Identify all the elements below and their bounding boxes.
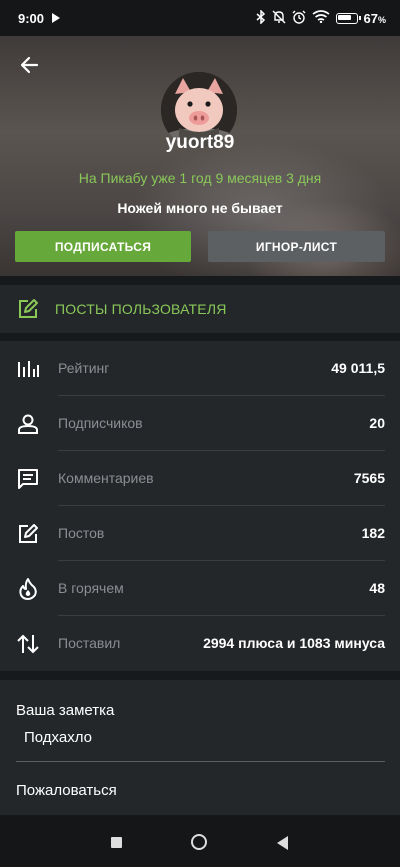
stat-label: Постов [58,525,105,541]
play-icon [52,11,61,26]
posts-icon [19,524,38,543]
ignore-list-button[interactable]: ИГНОР-ЛИСТ [208,231,385,262]
stat-posts: Постов 182 [0,506,400,561]
stat-hot: В горячем 48 [0,561,400,616]
user-posts-label: ПОСТЫ ПОЛЬЗОВАТЕЛЯ [55,301,227,317]
stat-value: 7565 [353,470,385,486]
back-button[interactable] [16,52,42,78]
mute-icon [272,10,286,27]
complain-button[interactable]: Пожаловаться [16,782,117,799]
nav-back-button[interactable] [277,836,288,850]
stat-votes: Поставил 2994 плюса и 1083 минуса [0,616,400,671]
stat-subscribers: Подписчиков 20 [0,396,400,451]
stat-comments: Комментариев 7565 [0,451,400,506]
wifi-icon [312,10,330,26]
note-text[interactable]: Подхахло [24,729,92,746]
stat-value: 182 [361,525,385,541]
battery-level: 67% [363,10,386,26]
hot-icon [19,578,37,600]
stats-list: Рейтинг 49 011,5 Подписчиков 20 Коммента… [0,341,400,671]
divider [16,761,385,762]
stat-label: Поставил [58,635,121,651]
user-motto: Ножей много не бывает [117,200,283,216]
alarm-icon [292,10,306,27]
username: yuort89 [165,132,235,153]
subscribe-button[interactable]: ПОДПИСАТЬСЯ [15,231,191,262]
stat-label: Комментариев [58,470,154,486]
member-since: На Пикабу уже 1 год 9 месяцев 3 дня [78,170,322,186]
recents-button[interactable] [111,837,122,848]
arrow-left-icon [20,56,39,74]
status-bar: 9:00 67% [0,0,400,36]
status-time: 9:00 [18,10,45,26]
battery-icon [335,12,361,24]
user-posts-link[interactable]: ПОСТЫ ПОЛЬЗОВАТЕЛЯ [0,285,400,333]
subscribers-icon [18,414,38,434]
note-title: Ваша заметка [16,702,115,719]
stat-value: 48 [369,580,385,596]
stat-value: 20 [369,415,385,431]
stat-value: 49 011,5 [331,360,385,376]
stat-label: Подписчиков [58,415,143,431]
comments-icon [18,469,38,489]
votes-icon [17,634,39,654]
stat-value: 2994 плюса и 1083 минуса [203,635,385,651]
edit-icon [19,299,38,318]
system-nav-bar [0,815,400,867]
home-button[interactable] [191,834,207,850]
note-section: Ваша заметка Подхахло Пожаловаться [0,680,400,815]
bluetooth-icon [256,8,266,27]
stat-rating: Рейтинг 49 011,5 [0,341,400,396]
rating-icon [18,361,39,377]
stat-label: Рейтинг [58,360,110,376]
stat-label: В горячем [58,580,124,596]
profile-header: yuort89 На Пикабу уже 1 год 9 месяцев 3 … [0,36,400,276]
